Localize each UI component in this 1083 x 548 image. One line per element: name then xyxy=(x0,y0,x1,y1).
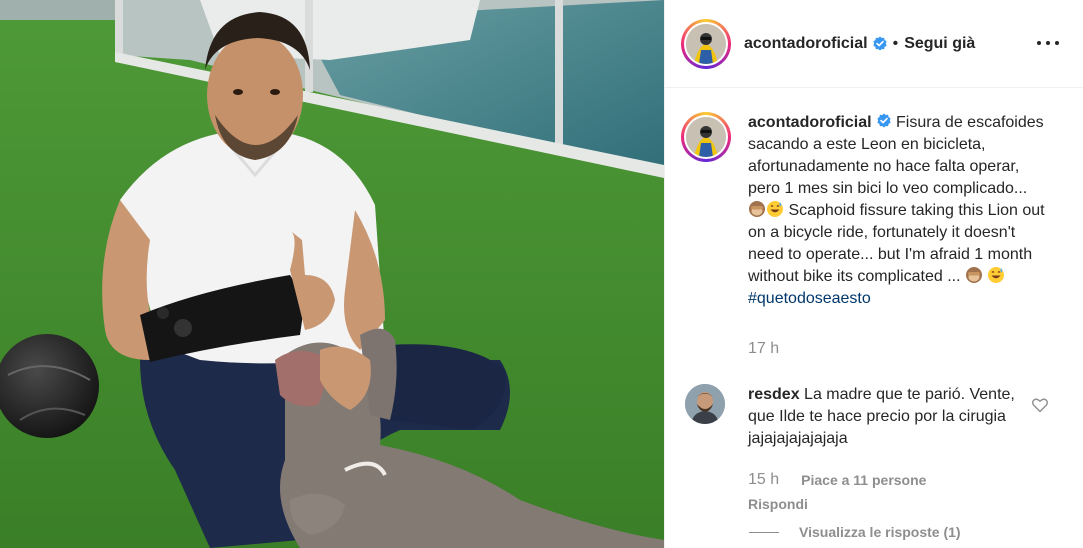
caption-username[interactable]: acontadoroficial xyxy=(748,114,872,131)
post-photo[interactable] xyxy=(0,0,664,548)
view-replies-label[interactable]: Visualizza le risposte (1) xyxy=(799,524,961,540)
view-replies-divider xyxy=(749,531,779,533)
verified-badge-icon xyxy=(872,36,887,50)
following-button[interactable]: Segui già xyxy=(904,35,975,53)
caption-body: acontadoroficial Fisura de escafoides sa… xyxy=(748,112,1048,360)
more-options-icon[interactable] xyxy=(1037,32,1059,54)
reply-button[interactable]: Rispondi xyxy=(748,493,1023,515)
view-replies-button[interactable]: Visualizza le risposte (1) xyxy=(749,524,961,540)
post-header: acontadoroficial • Segui già xyxy=(665,0,1083,88)
commenter-username[interactable]: resdex xyxy=(748,386,800,403)
comment-likes-link[interactable]: Piace a 11 persone xyxy=(801,469,926,491)
see-no-evil-monkey-emoji-icon xyxy=(749,201,765,217)
post-caption: acontadoroficial Fisura de escafoides sa… xyxy=(681,112,1071,360)
caption-author-avatar[interactable] xyxy=(681,112,731,162)
separator-dot: • xyxy=(892,34,899,52)
instagram-post: acontadoroficial • Segui già acontadorof… xyxy=(0,0,1083,548)
cyclist-avatar-image xyxy=(686,23,726,64)
comment-body: resdex La madre que te parió. Vente, que… xyxy=(748,384,1023,515)
like-heart-icon[interactable] xyxy=(1031,396,1049,414)
photo-illustration xyxy=(0,0,664,548)
caption-timestamp[interactable]: 17 h xyxy=(748,338,1048,360)
caption-hashtag-link[interactable]: #quetodoseaesto xyxy=(748,290,871,307)
see-no-evil-monkey-emoji-icon xyxy=(965,267,982,283)
verified-badge-icon xyxy=(876,113,891,128)
commenter-avatar-image xyxy=(685,384,725,424)
commenter-avatar[interactable] xyxy=(685,384,725,424)
author-avatar[interactable] xyxy=(681,18,731,69)
grinning-sweat-emoji-icon xyxy=(767,201,783,217)
comment-meta: 15 h Piace a 11 persone xyxy=(748,469,1023,491)
author-username[interactable]: acontadoroficial xyxy=(744,35,868,53)
comment-item: resdex La madre que te parió. Vente, que… xyxy=(681,384,1071,515)
post-sidebar: acontadoroficial • Segui già acontadorof… xyxy=(664,0,1083,548)
grinning-sweat-emoji-icon xyxy=(988,267,1005,283)
cyclist-avatar-image xyxy=(686,117,726,157)
comment-timestamp[interactable]: 15 h xyxy=(748,469,779,491)
